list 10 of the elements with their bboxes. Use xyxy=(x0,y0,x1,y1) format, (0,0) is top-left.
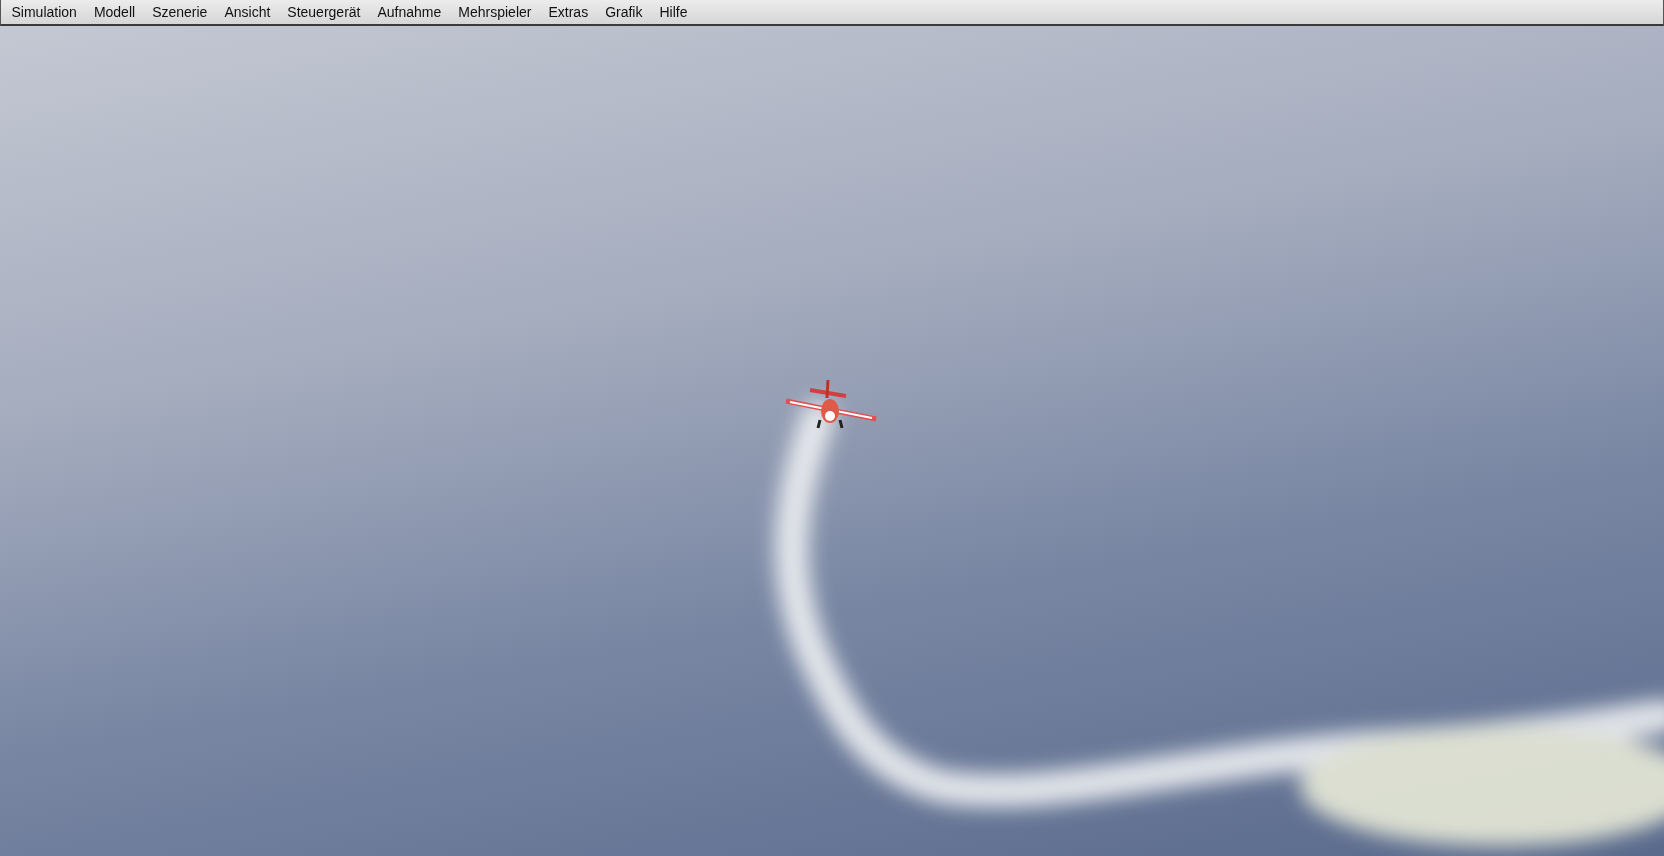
menu-item[interactable]: Aufnahme xyxy=(369,2,450,22)
menu-item[interactable]: Hilfe xyxy=(651,2,696,22)
menu-item[interactable]: Szenerie xyxy=(143,2,216,22)
menu-item[interactable]: Ansicht xyxy=(215,2,279,22)
menu-item[interactable]: Grafik xyxy=(596,2,651,22)
menu-item[interactable]: Extras xyxy=(539,2,597,22)
menu-item[interactable]: Modell xyxy=(85,2,144,22)
menu-item[interactable]: Steuergerät xyxy=(278,2,369,22)
menu-item[interactable]: Mehrspieler xyxy=(449,2,540,22)
menu-item[interactable]: Simulation xyxy=(3,2,86,22)
